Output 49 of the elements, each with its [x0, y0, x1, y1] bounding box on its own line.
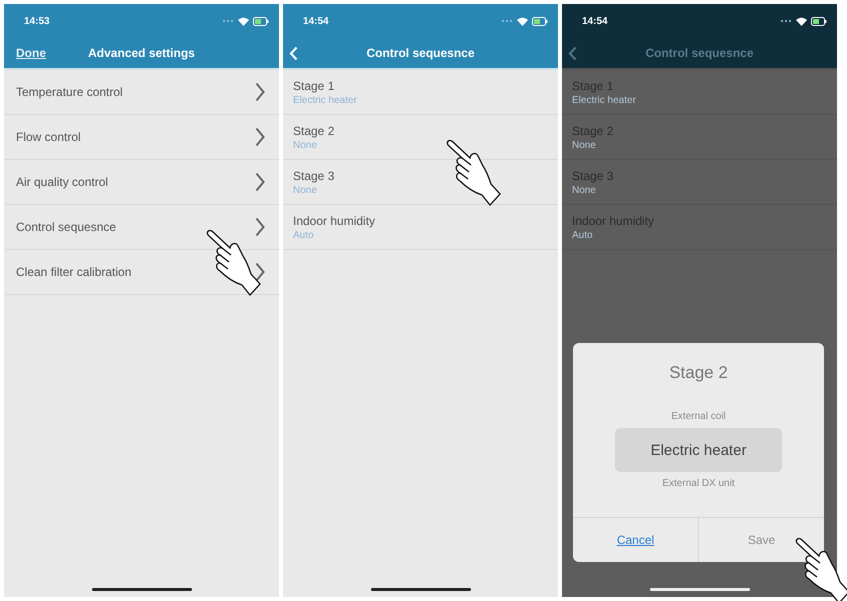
row-label: Temperature control: [16, 85, 123, 99]
chevron-icon: [255, 262, 265, 282]
status-time: 14:54: [582, 16, 608, 26]
status-time: 14:53: [24, 16, 50, 26]
pointing-hand-icon: [445, 138, 503, 206]
screen-title: Advanced settings: [88, 46, 195, 60]
status-time: 14:54: [303, 16, 329, 26]
settings-row[interactable]: Air quality control: [4, 160, 279, 205]
row-label: Flow control: [16, 130, 81, 144]
done-link[interactable]: Done: [16, 46, 46, 60]
row-label: Stage 1: [293, 78, 336, 92]
row-label: Control sequesnce: [16, 220, 116, 234]
row-label: Indoor humidity: [293, 214, 376, 228]
settings-row[interactable]: Flow control: [4, 115, 279, 160]
wifi-icon: [796, 16, 807, 26]
chevron-icon: [255, 82, 265, 102]
row-value: None: [293, 184, 318, 196]
chevron-icon: [255, 172, 265, 192]
settings-row[interactable]: Temperature control: [4, 70, 279, 115]
settings-row[interactable]: Stage 1 Electric heater: [283, 70, 558, 115]
screen-title: Control sequesnce: [645, 46, 754, 60]
signal-icon: [222, 19, 234, 23]
row-label: Stage 3: [293, 168, 334, 182]
back-icon[interactable]: [568, 46, 577, 60]
screen-title: Control sequesnce: [366, 46, 475, 60]
row-value: None: [572, 140, 597, 150]
chevron-icon: [255, 127, 265, 147]
wifi-icon: [238, 16, 249, 26]
pointing-hand-icon: [205, 228, 263, 296]
settings-row[interactable]: Indoor humidity Auto: [283, 205, 558, 250]
row-label: Stage 2: [293, 124, 334, 138]
wifi-icon: [517, 16, 528, 26]
picker-option[interactable]: Electric heater: [615, 428, 782, 472]
signal-icon: [501, 19, 513, 23]
row-value: None: [572, 184, 597, 196]
signal-icon: [780, 19, 792, 23]
row-value: Electric heater: [572, 94, 636, 106]
row-label: Air quality control: [16, 175, 108, 189]
dialog-title: Stage 2: [668, 363, 729, 383]
row-label: Clean filter calibration: [16, 265, 132, 279]
row-value: None: [293, 140, 318, 150]
row-value: Electric heater: [293, 94, 357, 106]
row-value: Auto: [572, 230, 594, 240]
cancel-button[interactable]: Cancel: [573, 518, 698, 562]
row-value: Auto: [293, 230, 315, 240]
battery-icon: [253, 16, 269, 26]
chevron-icon: [255, 217, 265, 237]
battery-icon: [811, 16, 827, 26]
battery-icon: [532, 16, 548, 26]
